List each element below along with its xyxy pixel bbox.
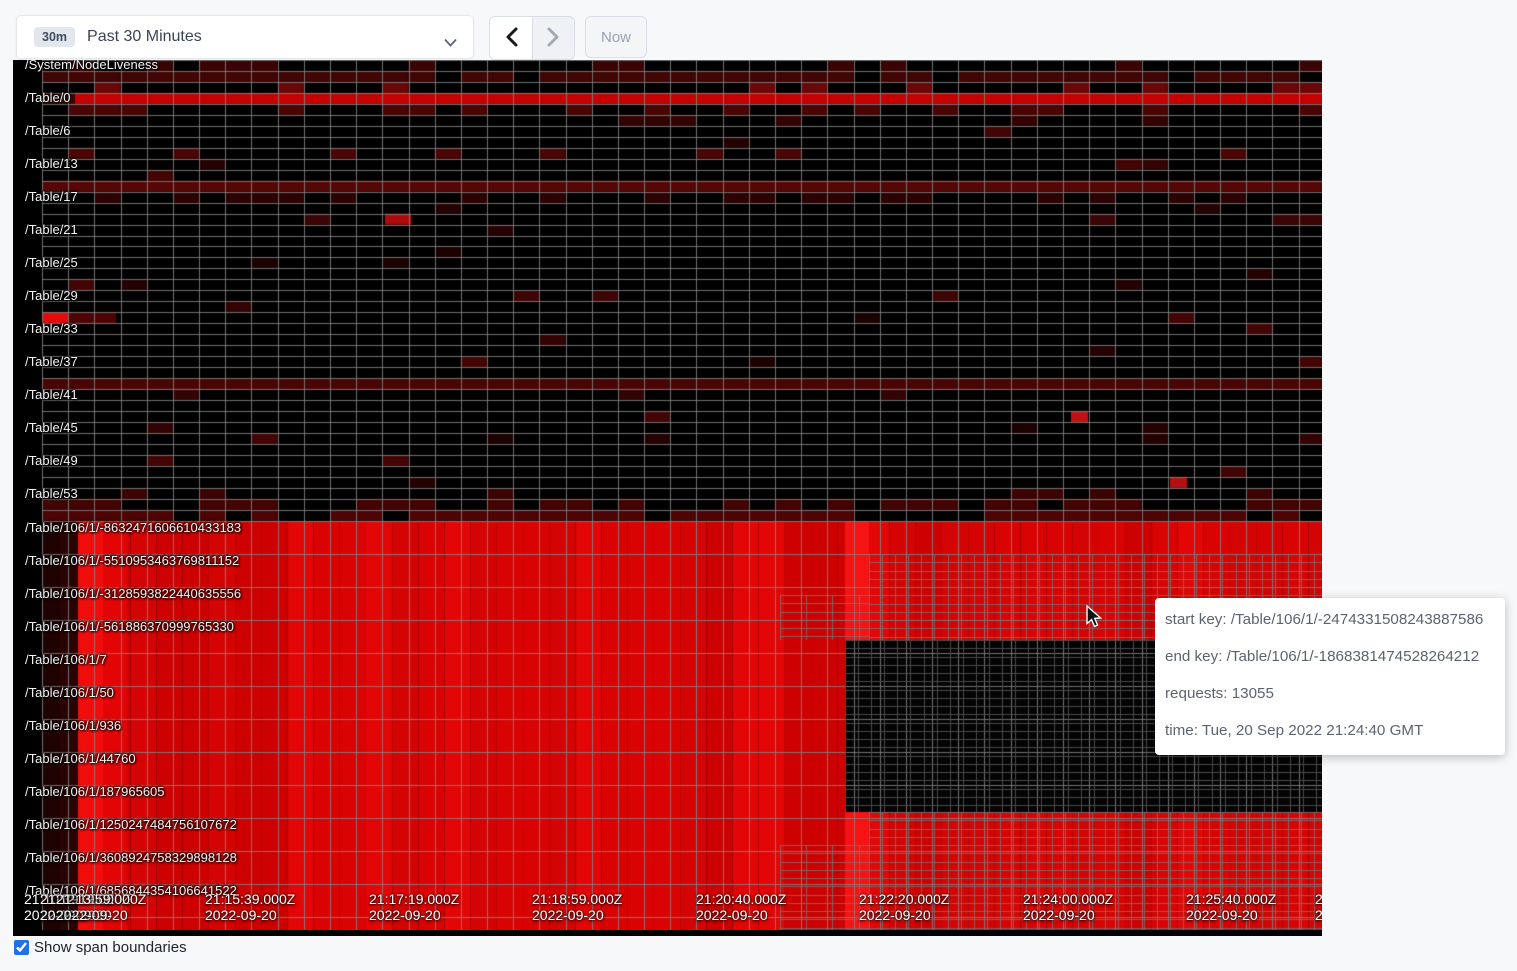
tooltip-time: time: Tue, 20 Sep 2022 21:24:40 GMT — [1165, 722, 1495, 739]
chart-bottom-border — [13, 930, 1322, 936]
chevron-right-icon — [547, 27, 560, 50]
span-tooltip: start key: /Table/106/1/-247433150824388… — [1155, 598, 1505, 755]
now-button[interactable]: Now — [585, 16, 647, 58]
toolbar: 30m Past 30 Minutes Now — [0, 0, 1517, 60]
time-nav-group — [489, 16, 575, 60]
key-visualizer-chart: /System/NodeLiveness/Table/0/Table/6/Tab… — [13, 60, 1322, 930]
time-range-dropdown[interactable]: 30m Past 30 Minutes — [16, 15, 474, 59]
span-boundaries-input[interactable] — [14, 940, 29, 955]
tooltip-start-key: start key: /Table/106/1/-247433150824388… — [1165, 611, 1495, 628]
tooltip-end-key: end key: /Table/106/1/-18683814745282642… — [1165, 648, 1495, 665]
tooltip-requests: requests: 13055 — [1165, 685, 1495, 702]
chevron-down-icon — [444, 34, 457, 52]
time-range-label: Past 30 Minutes — [87, 28, 202, 46]
span-boundaries-label: Show span boundaries — [34, 939, 187, 956]
time-forward-button[interactable] — [532, 17, 574, 59]
heatmap-canvas[interactable] — [13, 60, 1322, 930]
key-visualizer-page: 30m Past 30 Minutes Now /System/NodeLive… — [0, 0, 1517, 971]
chevron-left-icon — [505, 27, 518, 50]
show-span-boundaries-checkbox[interactable]: Show span boundaries — [14, 939, 187, 956]
duration-badge: 30m — [34, 27, 75, 48]
time-back-button[interactable] — [490, 17, 532, 59]
